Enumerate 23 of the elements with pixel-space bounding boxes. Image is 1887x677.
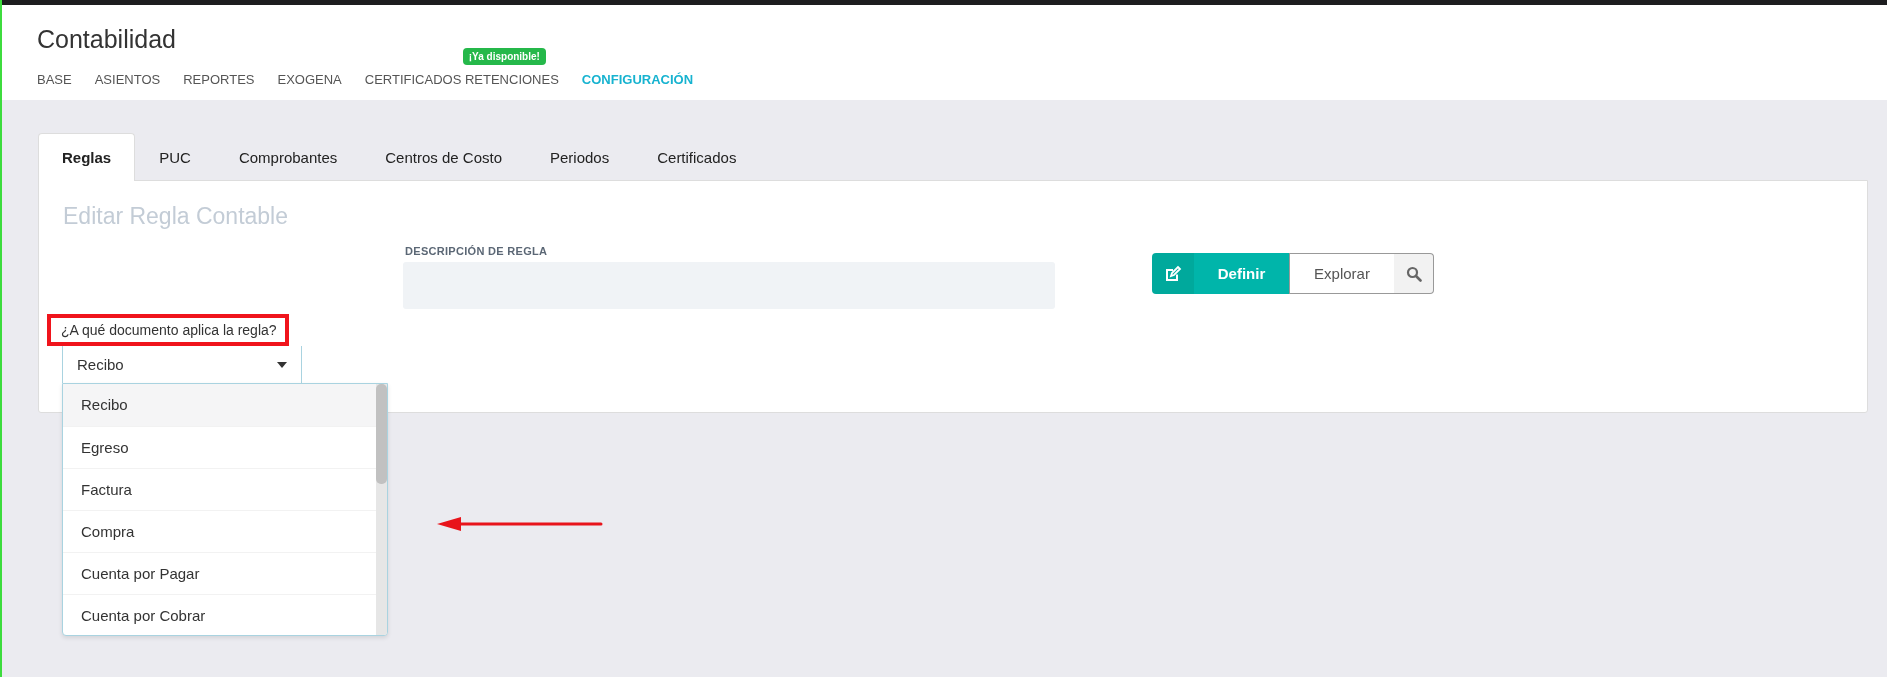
- nav-link[interactable]: EXOGENA: [277, 72, 342, 87]
- nav-link[interactable]: CERTIFICADOS RETENCIONES: [364, 72, 559, 87]
- nav-link[interactable]: REPORTES: [183, 72, 255, 87]
- search-icon[interactable]: [1394, 253, 1434, 294]
- nav-link[interactable]: BASE: [37, 72, 72, 87]
- tab[interactable]: Comprobantes: [214, 133, 362, 180]
- caret-icon: [277, 361, 287, 368]
- document-select[interactable]: Recibo: [62, 346, 302, 383]
- new-badge: ¡Ya disponible!: [462, 48, 546, 65]
- field-label: DESCRIPCIÓN DE REGLA: [404, 245, 549, 257]
- tab[interactable]: Certificados: [633, 133, 761, 180]
- tab[interactable]: PUC: [135, 133, 215, 180]
- nav-link[interactable]: ASIENTOS: [94, 72, 161, 87]
- tab[interactable]: Centros de Costo: [361, 133, 526, 180]
- tab[interactable]: Periodos: [526, 133, 634, 180]
- explore-button[interactable]: Explorar: [1289, 253, 1394, 294]
- edit-icon[interactable]: [1152, 253, 1194, 294]
- app-title: Contabilidad: [37, 25, 177, 54]
- panel-title: Editar Regla Contable: [63, 203, 290, 230]
- question-label: ¿A qué documento aplica la regla?: [47, 314, 289, 346]
- scrollbar[interactable]: [376, 384, 387, 635]
- dropdown-option[interactable]: Recibo: [63, 384, 376, 427]
- tab[interactable]: Reglas: [38, 133, 136, 181]
